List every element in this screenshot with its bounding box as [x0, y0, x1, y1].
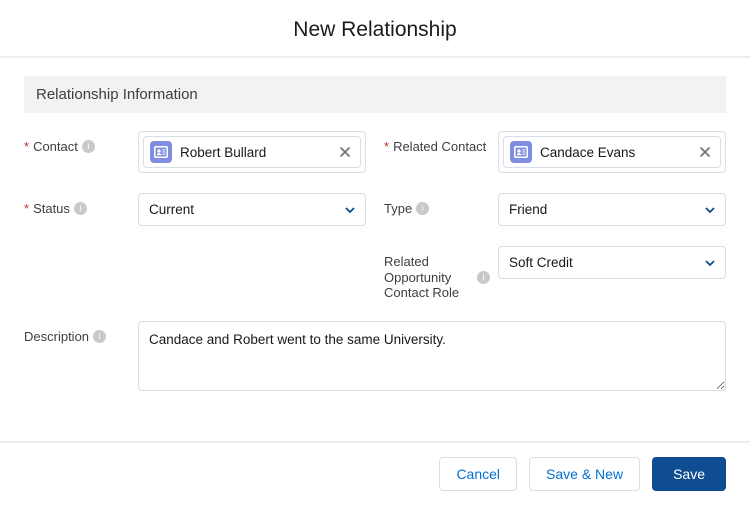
- related-contact-label: * Related Contact: [384, 131, 490, 155]
- info-icon[interactable]: i: [416, 202, 429, 215]
- status-select[interactable]: Current: [138, 193, 366, 226]
- cancel-button[interactable]: Cancel: [439, 457, 517, 491]
- required-indicator: *: [384, 139, 389, 155]
- field-description: Description i: [24, 321, 726, 396]
- description-label: Description i: [24, 321, 130, 345]
- modal-header: New Relationship: [0, 0, 750, 58]
- type-value: Friend: [509, 202, 547, 217]
- related-opp-role-value: Soft Credit: [509, 255, 573, 270]
- save-and-new-button[interactable]: Save & New: [529, 457, 640, 491]
- section-header: Relationship Information: [24, 76, 726, 113]
- info-icon[interactable]: i: [93, 330, 106, 343]
- field-related-opp-role: Related Opportunity Contact Role i Soft …: [384, 246, 726, 301]
- info-icon[interactable]: i: [74, 202, 87, 215]
- contact-value: Robert Bullard: [180, 145, 328, 160]
- clear-icon[interactable]: [336, 143, 354, 161]
- field-status: * Status i Current: [24, 193, 366, 226]
- modal-footer: Cancel Save & New Save: [0, 441, 750, 509]
- field-contact: * Contact i Robert Bullard: [24, 131, 366, 173]
- contact-icon: [150, 141, 172, 163]
- info-icon[interactable]: i: [82, 140, 95, 153]
- type-select[interactable]: Friend: [498, 193, 726, 226]
- contact-label: * Contact i: [24, 131, 130, 155]
- info-icon[interactable]: i: [477, 271, 490, 284]
- chevron-down-icon: [345, 205, 355, 215]
- status-value: Current: [149, 202, 194, 217]
- clear-icon[interactable]: [696, 143, 714, 161]
- field-type: Type i Friend: [384, 193, 726, 226]
- empty-cell: [24, 246, 366, 301]
- contact-lookup[interactable]: Robert Bullard: [138, 131, 366, 173]
- required-indicator: *: [24, 139, 29, 155]
- contact-icon: [510, 141, 532, 163]
- type-label: Type i: [384, 193, 490, 217]
- modal-body: Relationship Information * Contact i: [0, 58, 750, 441]
- required-indicator: *: [24, 201, 29, 217]
- save-button[interactable]: Save: [652, 457, 726, 491]
- status-label: * Status i: [24, 193, 130, 217]
- related-opp-role-select[interactable]: Soft Credit: [498, 246, 726, 279]
- related-opp-role-label: Related Opportunity Contact Role i: [384, 246, 490, 301]
- related-contact-lookup[interactable]: Candace Evans: [498, 131, 726, 173]
- modal-title: New Relationship: [0, 18, 750, 42]
- chevron-down-icon: [705, 258, 715, 268]
- chevron-down-icon: [705, 205, 715, 215]
- related-contact-value: Candace Evans: [540, 145, 688, 160]
- new-relationship-modal: New Relationship Relationship Informatio…: [0, 0, 750, 509]
- description-textarea[interactable]: [138, 321, 726, 391]
- form-grid: * Contact i Robert Bullard: [24, 131, 726, 396]
- field-related-contact: * Related Contact Candace Evans: [384, 131, 726, 173]
